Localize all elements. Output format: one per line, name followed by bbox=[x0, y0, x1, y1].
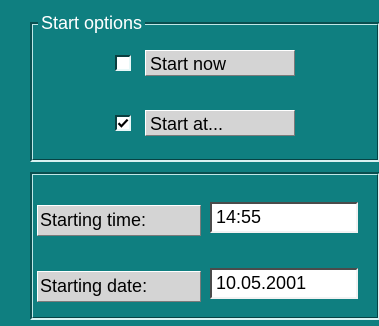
start-now-option[interactable]: Start now bbox=[115, 50, 295, 76]
start-at-label[interactable]: Start at... bbox=[145, 110, 295, 136]
starting-time-input[interactable]: 14:55 bbox=[210, 202, 358, 233]
start-at-option[interactable]: Start at... bbox=[115, 110, 295, 136]
checkmark-icon bbox=[117, 118, 129, 128]
start-options-legend: Start options bbox=[38, 12, 146, 34]
start-options-group bbox=[30, 22, 379, 162]
start-options-panel: Start options Start now Start at... Star… bbox=[0, 0, 379, 326]
starting-date-label: Starting date: bbox=[37, 271, 201, 302]
start-now-label[interactable]: Start now bbox=[145, 50, 295, 76]
start-now-checkbox[interactable] bbox=[115, 55, 131, 71]
starting-date-input[interactable]: 10.05.2001 bbox=[210, 268, 358, 299]
starting-time-label: Starting time: bbox=[37, 205, 201, 236]
start-at-checkbox[interactable] bbox=[115, 115, 131, 131]
